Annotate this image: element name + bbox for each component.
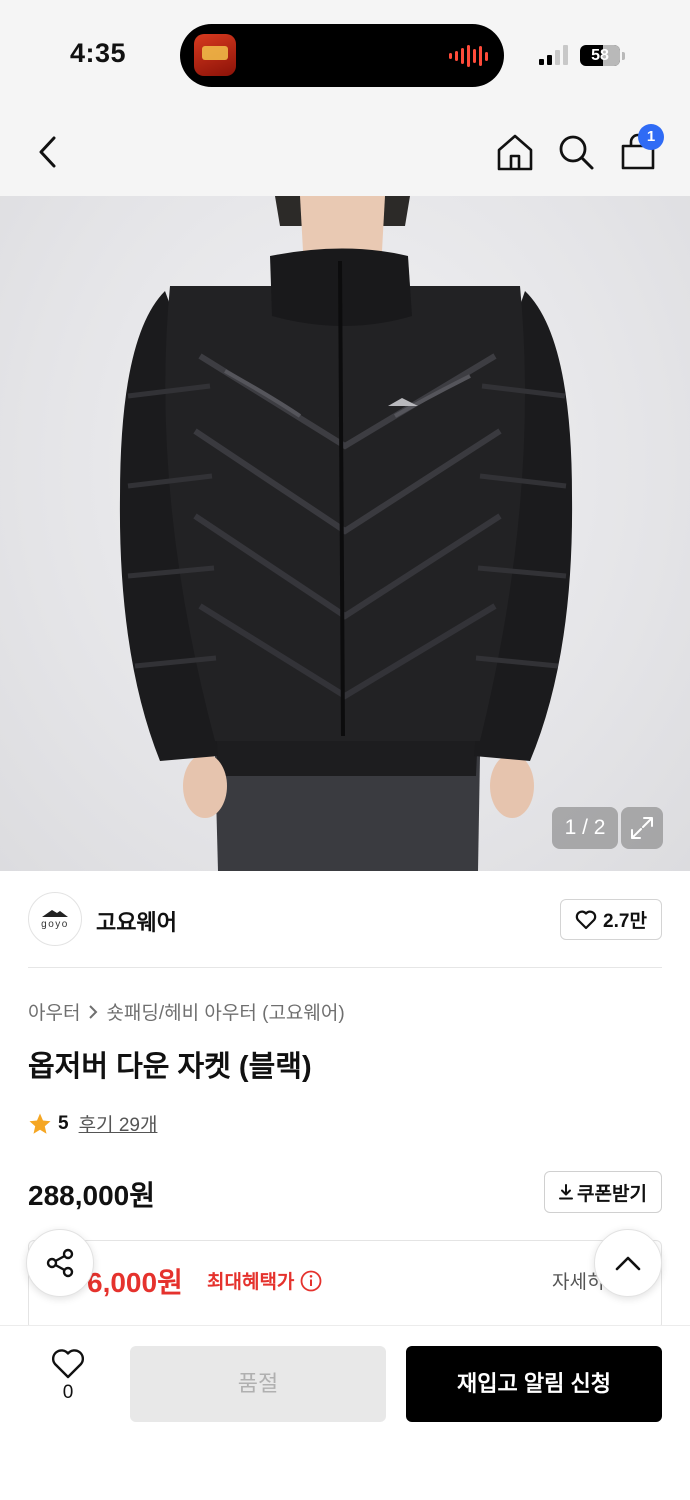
status-bar: 4:35 58 — [0, 0, 690, 110]
restock-alert-button[interactable]: 재입고 알림 신청 — [406, 1346, 662, 1422]
expand-icon — [631, 817, 653, 839]
cart-button[interactable]: 1 — [616, 124, 664, 174]
rating-row: 5 후기 29개 — [28, 1110, 157, 1137]
back-button[interactable] — [26, 130, 70, 174]
breadcrumb-subcategory[interactable]: 숏패딩/헤비 아우터 (고요웨어) — [106, 998, 344, 1025]
max-benefit-label-text: 최대혜택가 — [207, 1272, 295, 1293]
brand-like-count: 2.7만 — [603, 911, 647, 932]
live-activity-app-icon — [194, 34, 236, 76]
search-button[interactable] — [554, 130, 598, 174]
star-icon — [29, 1113, 51, 1134]
bottom-action-bar: 0 품절 재입고 알림 신청 — [0, 1325, 690, 1500]
product-price: 288,000원 — [28, 1180, 155, 1211]
expand-image-button[interactable] — [621, 807, 663, 849]
wishlist-count: 0 — [62, 1382, 74, 1403]
cart-count-badge: 1 — [638, 124, 664, 150]
heart-icon — [51, 1349, 85, 1379]
brand-logo-text: goyo — [41, 919, 69, 930]
cellular-signal-icon — [539, 45, 568, 65]
chevron-right-icon — [89, 1004, 98, 1019]
heart-icon — [575, 910, 597, 929]
brand-name[interactable]: 고요웨어 — [96, 905, 177, 937]
soldout-button[interactable]: 품절 — [130, 1346, 386, 1422]
status-time: 4:35 — [70, 38, 127, 68]
download-icon — [559, 1184, 574, 1200]
max-benefit-box[interactable]: 6,000원 최대혜택가 자세히 — [28, 1240, 662, 1330]
product-image[interactable] — [0, 196, 690, 871]
mountain-icon — [42, 910, 68, 917]
home-button[interactable] — [493, 130, 537, 174]
back-icon — [39, 136, 56, 168]
review-link[interactable]: 후기 29개 — [79, 1110, 158, 1137]
share-button[interactable] — [26, 1229, 94, 1297]
brand-row: goyo 고요웨어 2.7만 — [28, 892, 662, 948]
top-navigation: 1 — [0, 110, 690, 196]
divider — [28, 967, 662, 968]
battery-level: 58 — [591, 47, 609, 64]
battery-icon: 58 — [580, 45, 620, 66]
breadcrumb: 아우터 숏패딩/헤비 아우터 (고요웨어) — [28, 998, 345, 1025]
rating-score: 5 — [58, 1112, 69, 1134]
chevron-up-icon — [615, 1256, 641, 1271]
scroll-top-button[interactable] — [594, 1229, 662, 1297]
search-icon — [559, 135, 594, 170]
battery-cap — [622, 52, 625, 60]
breadcrumb-category[interactable]: 아우터 — [28, 998, 80, 1025]
brand-like-button[interactable]: 2.7만 — [560, 899, 662, 940]
wishlist-button[interactable]: 0 — [42, 1348, 94, 1404]
audio-wave-icon — [449, 44, 488, 68]
max-benefit-label: 최대혜택가 — [207, 1267, 322, 1294]
dynamic-island[interactable] — [180, 24, 504, 87]
product-title: 옵저버 다운 자켓 (블랙) — [28, 1051, 312, 1083]
jacket-illustration — [119, 196, 573, 871]
brand-logo[interactable]: goyo — [28, 892, 82, 946]
home-icon — [497, 134, 533, 171]
coupon-button[interactable]: 쿠폰받기 — [544, 1171, 662, 1213]
info-icon[interactable] — [300, 1270, 322, 1292]
coupon-label: 쿠폰받기 — [577, 1183, 647, 1205]
max-benefit-price: 6,000원 — [87, 1267, 183, 1298]
share-icon — [46, 1248, 74, 1278]
image-counter: 1 / 2 — [552, 807, 618, 849]
